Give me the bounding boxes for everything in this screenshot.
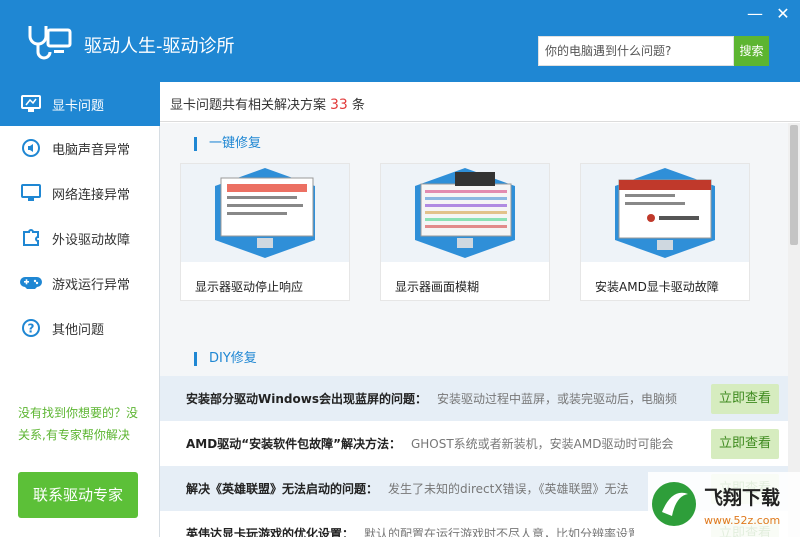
quickfix-card[interactable]: 显示器画面模糊 [380,163,550,301]
puzzle-icon [20,227,42,249]
watermark-url: www.52z.com [704,514,780,527]
sidebar-item-sound[interactable]: 电脑声音异常 [0,126,160,170]
speaker-icon [20,137,42,159]
diy-row[interactable]: AMD驱动“安装软件包故障”解决方法： GHOST系统或者新装机，安装AMD驱动… [160,421,788,466]
sidebar-item-label: 游戏运行异常 [52,277,131,293]
sidebar-item-label: 显卡问题 [52,98,105,114]
card-thumbnail [581,164,749,262]
diy-row-title: 英伟达显卡玩游戏的优化设置： [186,527,355,537]
sidebar-item-label: 外设驱动故障 [52,232,131,248]
sidebar-item-peripheral[interactable]: 外设驱动故障 [0,216,160,260]
diy-row-desc: GHOST系统或者新装机，安装AMD驱动时可能会 [410,437,674,451]
search-button[interactable]: 搜索 [734,36,769,66]
help-text: 没有找到你想要的？没关系,有专家帮你解决 [18,406,139,442]
quickfix-card[interactable]: 显示器驱动停止响应 [180,163,350,301]
diy-row-desc: 发生了未知的directX错误，《英雄联盟》无法 [388,482,629,496]
summary-suffix: 条 [351,98,365,113]
summary-prefix: 显卡问题共有相关解决方案 [170,98,327,113]
card-caption: 显示器驱动停止响应 [195,280,304,294]
diy-section-title: DIY修复 [194,352,257,366]
diy-row-desc: 安装驱动过程中蓝屏，或装完驱动后，电脑频 [436,392,677,406]
sidebar-item-network[interactable]: 网络连接异常 [0,171,160,215]
display-card-icon [20,93,42,115]
quickfix-section-title: 一键修复 [194,137,261,151]
view-now-button[interactable]: 立即查看 [711,384,779,414]
sidebar-item-label: 电脑声音异常 [52,142,131,158]
sidebar-item-display-card[interactable]: 显卡问题 [0,82,160,126]
app-title: 驱动人生-驱动诊所 [84,36,235,57]
sidebar-item-game[interactable]: 游戏运行异常 [0,261,160,305]
diy-row-desc: 默认的配置在运行游戏时不尽人意，比如分辨率设置不到位 [364,527,634,537]
card-caption: 显示器画面模糊 [395,280,480,294]
card-thumbnail [381,164,549,262]
card-thumbnail [181,164,349,262]
question-icon: ? [20,317,42,339]
view-now-button[interactable]: 立即查看 [711,429,779,459]
title-bar: 驱动人生-驱动诊所 — ✕ 你的电脑遇到什么问题? 搜索 [0,0,800,82]
diy-row[interactable]: 安装部分驱动Windows会出现蓝屏的问题： 安装驱动过程中蓝屏，或装完驱动后，… [160,376,788,421]
gamepad-icon [20,272,42,294]
sidebar-item-label: 网络连接异常 [52,187,131,203]
monitor-network-icon [20,182,42,204]
svg-text:?: ? [28,322,35,336]
minimize-button[interactable]: — [746,6,764,22]
close-button[interactable]: ✕ [774,6,792,22]
diy-row-title: 解决《英雄联盟》无法启动的问题： [186,482,379,496]
sidebar-item-other[interactable]: ? 其他问题 [0,306,160,350]
watermark: 飞翔下载 www.52z.com [648,472,800,537]
solution-count: 33 [330,97,348,113]
stethoscope-monitor-icon [28,26,72,60]
search-input[interactable]: 你的电脑遇到什么问题? [538,36,734,66]
solution-summary: 显卡问题共有相关解决方案 33 条 [170,94,365,113]
sidebar: 显卡问题 电脑声音异常 网络连接异常 外设驱动故障 游戏运行异常 ? 其他问题 … [0,82,160,537]
card-caption: 安装AMD显卡驱动故障 [595,280,719,294]
scrollbar-thumb[interactable] [790,125,798,245]
sidebar-item-label: 其他问题 [52,322,105,338]
diy-row-title: AMD驱动“安装软件包故障”解决方法： [186,437,401,451]
watermark-title: 飞翔下载 [704,486,780,509]
diy-row-title: 安装部分驱动Windows会出现蓝屏的问题： [186,392,427,406]
quickfix-card[interactable]: 安装AMD显卡驱动故障 [580,163,750,301]
summary-bar: 显卡问题共有相关解决方案 33 条 [160,82,800,122]
contact-expert-button[interactable]: 联系驱动专家 [18,472,138,518]
